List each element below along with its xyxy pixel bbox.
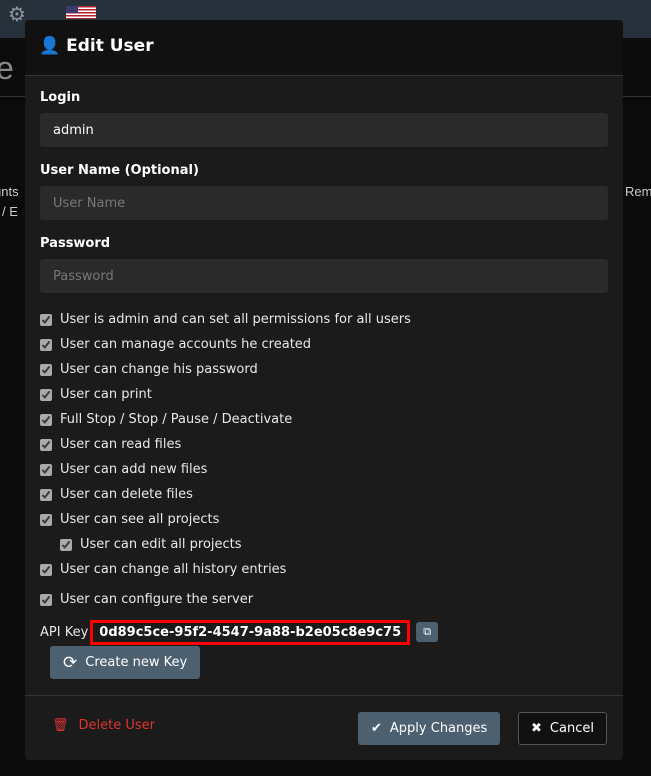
permission-checkbox-row[interactable]: User can add new files <box>40 457 608 482</box>
permission-label: User can delete files <box>60 487 193 502</box>
delete-user-label: Delete User <box>78 718 155 733</box>
permission-label: User can edit all projects <box>80 537 242 552</box>
user-icon: 👤 <box>39 36 61 56</box>
permission-checkbox-row[interactable]: User can delete files <box>40 482 608 507</box>
permission-checkbox[interactable] <box>40 513 52 526</box>
refresh-icon: ⟳ <box>63 652 78 673</box>
permission-checkbox-row[interactable]: User can see all projects <box>40 507 608 532</box>
background-text: unts <box>0 184 19 199</box>
apply-changes-label: Apply Changes <box>389 721 488 736</box>
permission-checkbox[interactable] <box>40 338 52 351</box>
permission-checkbox-row[interactable]: Full Stop / Stop / Pause / Deactivate <box>40 407 608 432</box>
trash-icon: 🗑 <box>52 718 69 733</box>
api-key-value: 0d89c5ce-95f2-4547-9a88-b2e05c8e9c75 <box>90 619 411 645</box>
background-text: Rem <box>625 184 651 199</box>
permission-checkbox-row[interactable]: User can configure the server <box>40 587 608 612</box>
create-new-key-label: Create new Key <box>85 655 188 670</box>
us-flag-icon[interactable] <box>66 6 96 19</box>
permission-label: User can change his password <box>60 362 258 377</box>
apply-changes-button[interactable]: ✔ Apply Changes <box>358 712 501 745</box>
permission-checkbox[interactable] <box>40 488 52 501</box>
permission-checkbox[interactable] <box>40 363 52 376</box>
permission-label: User is admin and can set all permission… <box>60 312 411 327</box>
permission-checkbox-row[interactable]: User can change his password <box>40 357 608 382</box>
background-title: e <box>0 50 14 86</box>
background-text: / E <box>2 204 18 219</box>
cancel-label: Cancel <box>549 721 594 736</box>
permission-label: User can configure the server <box>60 592 254 607</box>
username-input[interactable] <box>40 186 608 220</box>
edit-user-dialog: 👤 Edit User Login User Name (Optional) P… <box>25 20 623 760</box>
permission-label: User can change all history entries <box>60 562 287 577</box>
permission-checkbox-row[interactable]: User can read files <box>40 432 608 457</box>
password-input[interactable] <box>40 259 608 293</box>
close-icon: ✖ <box>531 721 542 736</box>
gear-icon[interactable]: ⚙ <box>8 2 26 26</box>
cancel-button[interactable]: ✖ Cancel <box>518 712 607 745</box>
check-icon: ✔ <box>371 721 382 736</box>
permission-checkbox[interactable] <box>40 438 52 451</box>
permission-checkbox[interactable] <box>40 313 52 326</box>
create-new-key-button[interactable]: ⟳ Create new Key <box>50 646 201 679</box>
username-label: User Name (Optional) <box>40 163 199 178</box>
permission-label: User can print <box>60 387 152 402</box>
permission-checkbox-row[interactable]: User is admin and can set all permission… <box>40 307 608 332</box>
permission-checkbox[interactable] <box>40 388 52 401</box>
dialog-footer: 🗑 Delete User ✔ Apply Changes ✖ Cancel <box>25 695 623 760</box>
permission-checkbox-row[interactable]: User can manage accounts he created <box>40 332 608 357</box>
permission-checkbox[interactable] <box>40 593 52 606</box>
dialog-header: 👤 Edit User <box>25 20 623 76</box>
api-key-label: API Key <box>40 624 89 640</box>
permission-label: Full Stop / Stop / Pause / Deactivate <box>60 412 293 427</box>
permission-checkbox[interactable] <box>60 538 72 551</box>
permissions-list: User is admin and can set all permission… <box>40 307 608 612</box>
permission-checkbox-row[interactable]: User can edit all projects <box>40 532 608 557</box>
permission-checkbox-row[interactable]: User can print <box>40 382 608 407</box>
permission-label: User can manage accounts he created <box>60 337 312 352</box>
permission-checkbox-row[interactable]: User can change all history entries <box>40 557 608 582</box>
permission-label: User can see all projects <box>60 512 220 527</box>
password-label: Password <box>40 236 111 251</box>
permission-checkbox[interactable] <box>40 563 52 576</box>
permission-label: User can add new files <box>60 462 208 477</box>
delete-user-button[interactable]: 🗑 Delete User <box>52 718 155 733</box>
dialog-title: Edit User <box>66 36 154 56</box>
permission-checkbox[interactable] <box>40 463 52 476</box>
copy-icon[interactable]: ⧉ <box>416 622 439 642</box>
login-input[interactable] <box>40 113 608 147</box>
permission-checkbox[interactable] <box>40 413 52 426</box>
permission-label: User can read files <box>60 437 182 452</box>
api-key-row: API Key 0d89c5ce-95f2-4547-9a88-b2e05c8e… <box>40 619 608 645</box>
login-label: Login <box>40 90 81 105</box>
